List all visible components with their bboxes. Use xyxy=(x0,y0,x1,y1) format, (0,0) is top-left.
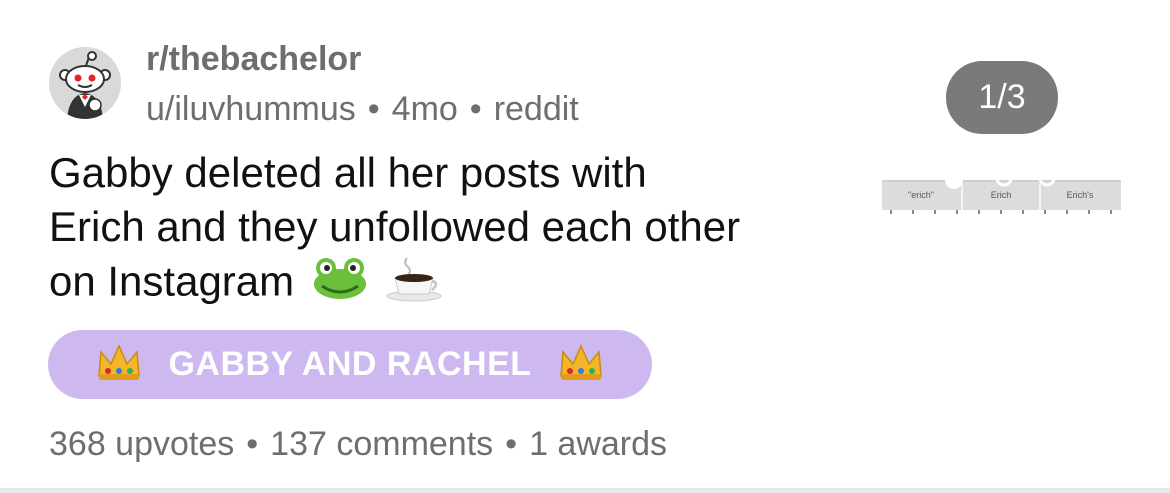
gallery-pager: 1/3 xyxy=(946,61,1058,134)
meta-separator: • xyxy=(469,90,482,128)
meta-separator: • xyxy=(367,90,380,128)
post-title[interactable]: Gabby deleted all her posts with Erich a… xyxy=(49,146,749,315)
instagram-screenshot-strip: "erich" Erich Erich's xyxy=(882,169,1121,214)
post-source: reddit xyxy=(493,90,579,128)
crown-icon xyxy=(558,342,604,387)
upvote-count[interactable]: 368 upvotes xyxy=(49,425,234,463)
frog-emoji xyxy=(312,256,368,313)
stats-separator: • xyxy=(246,425,259,463)
subreddit-avatar[interactable] xyxy=(49,47,121,119)
flair-label: GABBY AND RACHEL xyxy=(168,345,532,383)
award-count[interactable]: 1 awards xyxy=(529,425,667,463)
coffee-emoji xyxy=(385,254,443,315)
thumb-label: Erich's xyxy=(1067,190,1094,200)
post-meta: u/iluvhummus • 4mo • reddit xyxy=(146,90,579,129)
post-stats: 368 upvotes • 137 comments • 1 awards xyxy=(49,425,667,464)
thumb-label: Erich xyxy=(991,190,1012,200)
subreddit-name[interactable]: r/thebachelor xyxy=(146,40,361,79)
crown-icon xyxy=(96,342,142,387)
post-age: 4mo xyxy=(391,90,458,128)
media-thumbnail[interactable]: "erich" Erich Erich's xyxy=(880,169,1123,214)
feed-divider xyxy=(0,488,1170,493)
post-flair[interactable]: GABBY AND RACHEL xyxy=(48,330,652,399)
thumb-label: "erich" xyxy=(908,190,934,200)
stats-separator: • xyxy=(505,425,518,463)
snoo-icon xyxy=(49,47,121,119)
comment-count[interactable]: 137 comments xyxy=(270,425,493,463)
author-link[interactable]: u/iluvhummus xyxy=(146,90,356,128)
